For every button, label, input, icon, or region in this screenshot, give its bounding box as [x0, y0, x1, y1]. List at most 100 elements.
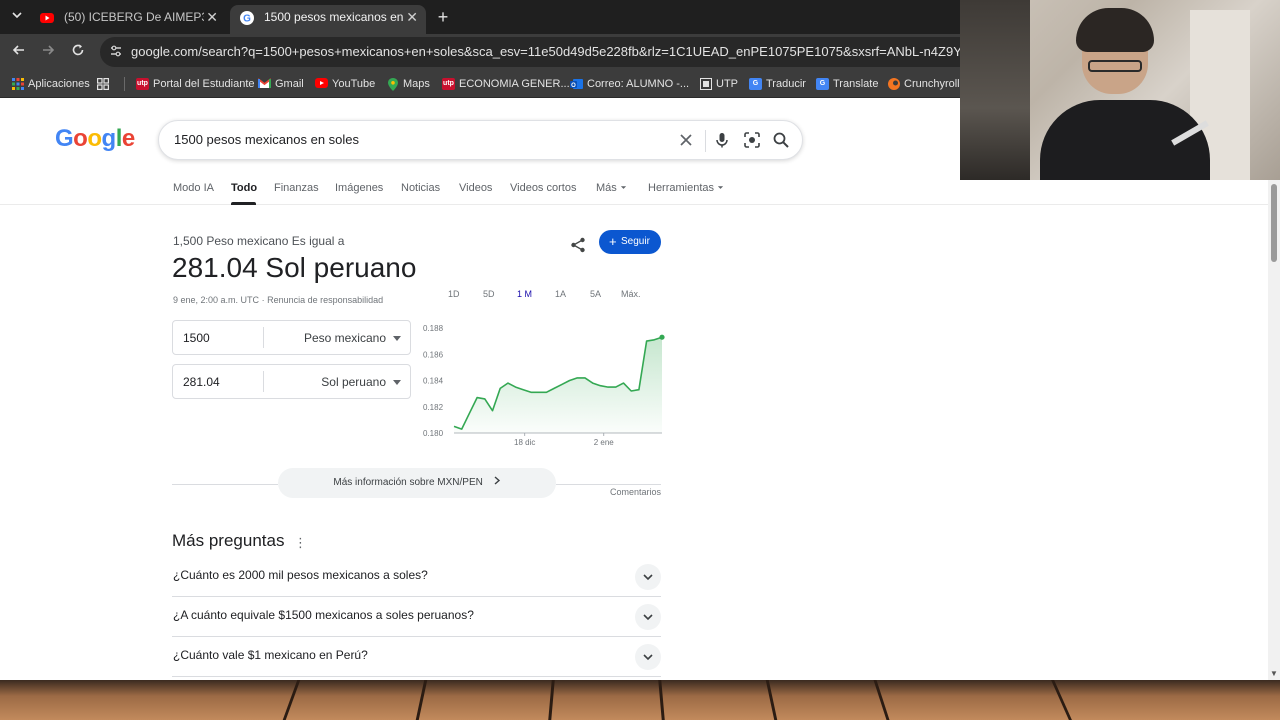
bookmark-crunchyroll[interactable]: Crunchyroll: [887, 76, 963, 92]
bookmark-label: Crunchyroll: [904, 78, 963, 90]
field-separator [263, 327, 264, 348]
search-box[interactable]: 1500 pesos mexicanos en soles [158, 120, 803, 160]
bookmark-maps[interactable]: Maps [386, 76, 430, 92]
reload-button[interactable] [69, 43, 87, 61]
to-currency-box: 281.04 Sol peruano [172, 364, 411, 399]
tab-finanzas[interactable]: Finanzas [274, 182, 319, 194]
follow-label: Seguir [621, 236, 650, 247]
logo-letter: g [101, 125, 117, 152]
utp-icon: utp [442, 78, 455, 90]
tab-videos[interactable]: Videos [459, 182, 492, 194]
bookmark-apps[interactable]: Aplicaciones [11, 76, 90, 92]
y-tick-label: 0.188 [423, 324, 444, 333]
bookmark-economia-general[interactable]: utp ECONOMIA GENER... [442, 76, 570, 92]
range-5d[interactable]: 5D [483, 289, 495, 299]
from-amount-input[interactable]: 1500 [183, 331, 210, 345]
question-item[interactable]: ¿A cuánto equivale $1500 mexicanos a sol… [172, 597, 661, 637]
search-input[interactable]: 1500 pesos mexicanos en soles [174, 132, 359, 147]
bookmark-all-bookmarks[interactable] [96, 76, 109, 92]
to-amount-input[interactable]: 281.04 [183, 375, 220, 389]
browser-toolbar: google.com/search?q=1500+pesos+mexicanos… [0, 34, 970, 70]
search-divider [705, 130, 706, 152]
disclaimer-link[interactable]: Renuncia de responsabilidad [267, 295, 383, 305]
question-text: ¿Cuánto vale $1 mexicano en Perú? [173, 648, 368, 662]
address-bar[interactable]: google.com/search?q=1500+pesos+mexicanos… [100, 37, 970, 67]
y-tick-label: 0.184 [423, 377, 444, 386]
tab-close-icon[interactable]: ✕ [206, 5, 218, 29]
search-tabs: Modo IA Todo Finanzas Imágenes Noticias … [0, 178, 1268, 205]
conversion-subtitle: 1,500 Peso mexicano Es igual a [173, 234, 345, 248]
caret-down-icon [717, 186, 724, 189]
clear-icon[interactable] [677, 131, 695, 149]
tab-videos-cortos[interactable]: Videos cortos [510, 182, 576, 194]
forward-button[interactable] [39, 43, 57, 61]
share-icon[interactable] [570, 237, 586, 253]
tab-title: 1500 pesos mexicanos en soles [264, 10, 404, 24]
scroll-down-arrow-icon[interactable]: ▼ [1270, 670, 1278, 678]
page-scrollbar[interactable]: ▼ [1268, 180, 1280, 680]
more-options-icon[interactable]: ⋮ [294, 535, 307, 551]
back-button[interactable] [10, 43, 28, 61]
new-tab-button[interactable]: + [434, 6, 452, 28]
google-icon: G [240, 11, 254, 25]
feedback-link[interactable]: Comentarios [610, 487, 661, 497]
range-1m[interactable]: 1 M [517, 289, 532, 299]
question-item[interactable]: ¿Cuánto es 2000 mil pesos mexicanos a so… [172, 557, 661, 597]
bookmark-translate[interactable]: G Translate [816, 76, 878, 92]
scrollbar-thumb[interactable] [1271, 184, 1277, 262]
conversion-timestamp: 9 ene, 2:00 a.m. UTC [173, 295, 260, 305]
bookmark-portal-estudiante[interactable]: utp Portal del Estudiante [136, 76, 255, 92]
question-item[interactable]: ¿Cuánto vale $1 mexicano en Perú? [172, 637, 661, 677]
more-info-button[interactable]: Más información sobre MXN/PEN [278, 468, 556, 498]
tab-herramientas[interactable]: Herramientas [648, 182, 724, 194]
youtube-icon [40, 13, 54, 23]
search-results-page: Google 1500 pesos mexicanos en soles Mod… [0, 98, 1268, 680]
tab-close-icon[interactable]: ✕ [406, 5, 418, 29]
bookmark-label: Aplicaciones [28, 78, 90, 90]
bookmark-utp[interactable]: UTP [699, 76, 738, 92]
expand-button[interactable] [635, 644, 661, 670]
dropdown-caret-icon[interactable] [393, 336, 401, 341]
tab-todo[interactable]: Todo [231, 182, 257, 194]
exchange-rate-chart[interactable]: 0.188 0.186 0.184 0.182 0.180 18 dic 2 ene [416, 318, 666, 453]
from-currency-select[interactable]: Peso mexicano [304, 331, 386, 345]
bookmark-youtube[interactable]: YouTube [315, 76, 375, 92]
active-tab-indicator [231, 202, 256, 205]
site-info-icon[interactable] [108, 44, 124, 60]
range-max[interactable]: Máx. [621, 289, 641, 299]
floor-plank [282, 680, 301, 720]
x-tick-label: 2 ene [594, 438, 615, 447]
range-1a[interactable]: 1A [555, 289, 566, 299]
tab-noticias[interactable]: Noticias [401, 182, 440, 194]
follow-button[interactable]: + Seguir [599, 230, 661, 254]
google-lens-icon[interactable] [743, 131, 761, 149]
chart-last-point [659, 334, 665, 340]
to-currency-select[interactable]: Sol peruano [321, 375, 386, 389]
svg-text:O: O [571, 83, 576, 89]
range-5a[interactable]: 5A [590, 289, 601, 299]
google-logo[interactable]: Google [55, 125, 135, 153]
all-bookmarks-icon [96, 78, 109, 91]
bookmark-gmail[interactable]: Gmail [257, 76, 304, 92]
question-text: ¿A cuánto equivale $1500 mexicanos a sol… [173, 608, 474, 622]
microphone-icon[interactable] [713, 131, 731, 149]
expand-button[interactable] [635, 564, 661, 590]
y-tick-label: 0.186 [423, 350, 444, 359]
tab-google-search[interactable]: G 1500 pesos mexicanos en soles ✕ [230, 5, 426, 34]
tab-modo-ia[interactable]: Modo IA [173, 182, 214, 194]
tab-imagenes[interactable]: Imágenes [335, 182, 383, 194]
chevron-down-icon [643, 614, 653, 621]
chart-area-fill [454, 337, 662, 433]
tab-mas[interactable]: Más [596, 182, 627, 194]
more-info-label: Más información sobre MXN/PEN [333, 477, 483, 488]
bookmark-label: ECONOMIA GENER... [459, 78, 570, 90]
bookmark-traducir[interactable]: G Traducir [749, 76, 806, 92]
expand-button[interactable] [635, 604, 661, 630]
bookmark-label: Gmail [275, 78, 304, 90]
tab-youtube[interactable]: (50) ICEBERG De AIMEP3 (Emba ✕ [30, 5, 226, 34]
range-1d[interactable]: 1D [448, 289, 460, 299]
dropdown-caret-icon[interactable] [393, 380, 401, 385]
bookmark-correo-alumno[interactable]: O Correo: ALUMNO -... [570, 76, 689, 92]
tab-search-button[interactable] [6, 7, 28, 27]
search-icon[interactable] [772, 131, 790, 149]
